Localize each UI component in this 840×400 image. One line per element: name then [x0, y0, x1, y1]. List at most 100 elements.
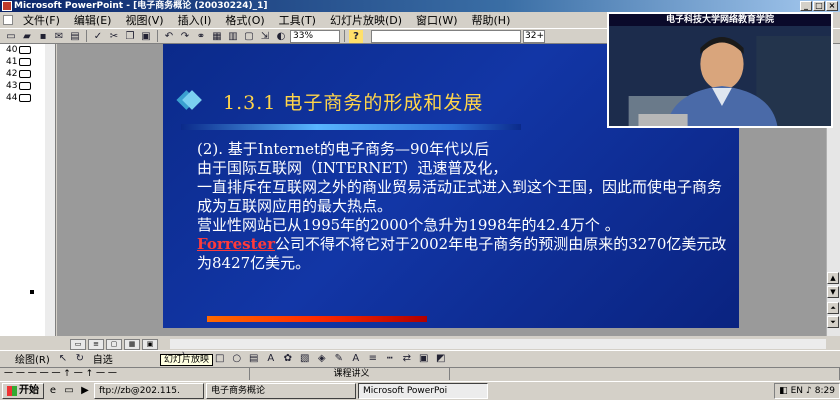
toolbar-separator — [157, 30, 158, 42]
line-color-icon[interactable]: ✎ — [332, 353, 346, 365]
menu-view[interactable]: 视图(V) — [120, 12, 168, 28]
cut-icon[interactable]: ✂ — [107, 30, 121, 43]
scroll-down-icon[interactable]: ▼ — [827, 286, 839, 298]
redo-icon[interactable]: ↷ — [178, 30, 192, 43]
slide-icon — [19, 94, 32, 102]
lecturer-video-frame — [609, 26, 831, 126]
font-color-icon[interactable]: A — [349, 353, 363, 365]
desktop-icon[interactable]: ▭ — [62, 384, 76, 398]
slide-number: 44 — [6, 93, 18, 103]
autoshape-menu[interactable]: 自选 — [90, 351, 116, 366]
slide-icon — [19, 58, 32, 66]
undo-icon[interactable]: ↶ — [162, 30, 176, 43]
open-icon[interactable]: ▰ — [20, 30, 34, 43]
font-name-select[interactable] — [371, 29, 521, 43]
picture-icon[interactable]: ▧ — [298, 353, 312, 365]
heading-bullet-icon — [182, 90, 202, 110]
help-button[interactable]: ? — [349, 29, 363, 43]
slide-heading[interactable]: 1.3.1 电子商务的形成和发展 — [223, 88, 483, 115]
body-text-suffix: 公司不得不将它对于2002年电子商务的预测由原来的3270亿美元改为8427亿美… — [197, 235, 727, 272]
slide-body-text[interactable]: (2). 基于Internet的电子商务—90年代以后 由于国际互联网（INTE… — [197, 140, 727, 273]
spellcheck-icon[interactable]: ✓ — [91, 30, 105, 43]
lecture-video-overlay[interactable]: 电子科技大学网络教育学院 — [607, 12, 833, 128]
email-icon[interactable]: ✉ — [52, 30, 66, 43]
rotate-icon[interactable]: ↻ — [73, 353, 87, 365]
video-title: 电子科技大学网络教育学院 — [609, 14, 831, 26]
chart-icon[interactable]: ▥ — [226, 30, 240, 43]
volume-icon[interactable]: ♪ — [806, 386, 812, 396]
prev-slide-icon[interactable]: ⏶ — [827, 302, 839, 314]
slide-view-icon[interactable]: ▢ — [106, 338, 122, 350]
shadow-icon[interactable]: ▣ — [417, 353, 431, 365]
3d-icon[interactable]: ◩ — [434, 353, 448, 365]
task-folder[interactable]: 电子商务概论 — [206, 383, 356, 399]
horizontal-scrollbar[interactable] — [170, 339, 826, 349]
new-icon[interactable]: ▭ — [4, 30, 18, 43]
new-slide-icon[interactable]: ▢ — [242, 30, 256, 43]
wordart-icon[interactable]: A — [264, 353, 278, 365]
outline-pane: 40 41 42 43 44 — [0, 44, 56, 336]
maximize-button[interactable]: □ — [813, 1, 825, 11]
menu-slideshow[interactable]: 幻灯片放映(D) — [325, 12, 407, 28]
textbox-icon[interactable]: ▤ — [247, 353, 261, 365]
next-slide-icon[interactable]: ⏷ — [827, 316, 839, 328]
browser-icon[interactable]: e — [46, 384, 60, 398]
slide-sorter-icon[interactable]: ▦ — [124, 338, 140, 350]
clock[interactable]: 8:29 — [815, 386, 835, 396]
menu-edit[interactable]: 编辑(E) — [69, 12, 117, 28]
dash-style-icon[interactable]: ┅ — [383, 353, 397, 365]
paste-icon[interactable]: ▣ — [139, 30, 153, 43]
save-icon[interactable]: ▪ — [36, 30, 50, 43]
fill-color-icon[interactable]: ◈ — [315, 353, 329, 365]
slide-number: 40 — [6, 45, 18, 55]
menu-file[interactable]: 文件(F) — [18, 12, 65, 28]
drawing-toolbar: 绘图(R) ↖ ↻ 自选 ╲ ↘ □ ○ ▤ A ✿ ▧ ◈ ✎ A ≡ ┅ ⇄… — [0, 350, 840, 366]
start-button[interactable]: 开始 — [2, 383, 44, 399]
status-slide-info: 一 一 一 一 一 ↑ 一 ↑ 一 一 — [0, 368, 250, 380]
forrester-link[interactable]: Forrester — [197, 235, 275, 253]
windows-taskbar: 开始 e ▭ ▶ ftp://zb@202.115. 电子商务概论 Micros… — [0, 381, 840, 400]
menu-format[interactable]: 格式(O) — [220, 12, 269, 28]
menu-insert[interactable]: 插入(I) — [173, 12, 217, 28]
draw-menu[interactable]: 绘图(R) — [12, 351, 53, 366]
powerpoint-app-icon[interactable] — [2, 1, 12, 11]
scroll-up-icon[interactable]: ▲ — [827, 272, 839, 284]
arrow-style-icon[interactable]: ⇄ — [400, 353, 414, 365]
table-icon[interactable]: ▦ — [210, 30, 224, 43]
ime-indicator[interactable]: EN — [791, 386, 803, 396]
menu-help[interactable]: 帮助(H) — [467, 12, 516, 28]
menu-tools[interactable]: 工具(T) — [274, 12, 321, 28]
document-icon[interactable] — [3, 15, 13, 25]
font-size-select[interactable]: 32+ — [523, 29, 545, 43]
clipart-icon[interactable]: ✿ — [281, 353, 295, 365]
line-style-icon[interactable]: ≡ — [366, 353, 380, 365]
select-pointer-icon[interactable]: ↖ — [56, 353, 70, 365]
minimize-button[interactable]: _ — [800, 1, 812, 11]
slide-number: 43 — [6, 81, 18, 91]
slide-number: 42 — [6, 69, 18, 79]
body-line: (2). 基于Internet的电子商务—90年代以后 — [197, 140, 490, 158]
slide-icon — [19, 70, 32, 78]
rectangle-icon[interactable]: □ — [213, 353, 227, 365]
menu-window[interactable]: 窗口(W) — [411, 12, 462, 28]
outline-marker — [30, 290, 34, 294]
zoom-select[interactable]: 33% — [290, 29, 340, 43]
print-icon[interactable]: ▤ — [68, 30, 82, 43]
outline-scrollbar[interactable] — [45, 44, 55, 336]
close-button[interactable]: × — [826, 1, 838, 11]
outline-view-icon[interactable]: ≡ — [88, 338, 104, 350]
normal-view-icon[interactable]: ▭ — [70, 338, 86, 350]
network-icon[interactable]: ◧ — [779, 386, 788, 396]
expand-icon[interactable]: ⇲ — [258, 30, 272, 43]
oval-icon[interactable]: ○ — [230, 353, 244, 365]
slide-icon — [19, 82, 32, 90]
toolbar-separator — [86, 30, 87, 42]
hyperlink-icon[interactable]: ⚭ — [194, 30, 208, 43]
slide-decoration-bar — [207, 316, 427, 322]
slideshow-view-icon[interactable]: ▣ — [142, 338, 158, 350]
grayscale-icon[interactable]: ◐ — [274, 30, 288, 43]
copy-icon[interactable]: ❐ — [123, 30, 137, 43]
media-icon[interactable]: ▶ — [78, 384, 92, 398]
task-powerpoint[interactable]: Microsoft PowerPoi — [358, 383, 488, 399]
task-ftp[interactable]: ftp://zb@202.115. — [94, 383, 204, 399]
